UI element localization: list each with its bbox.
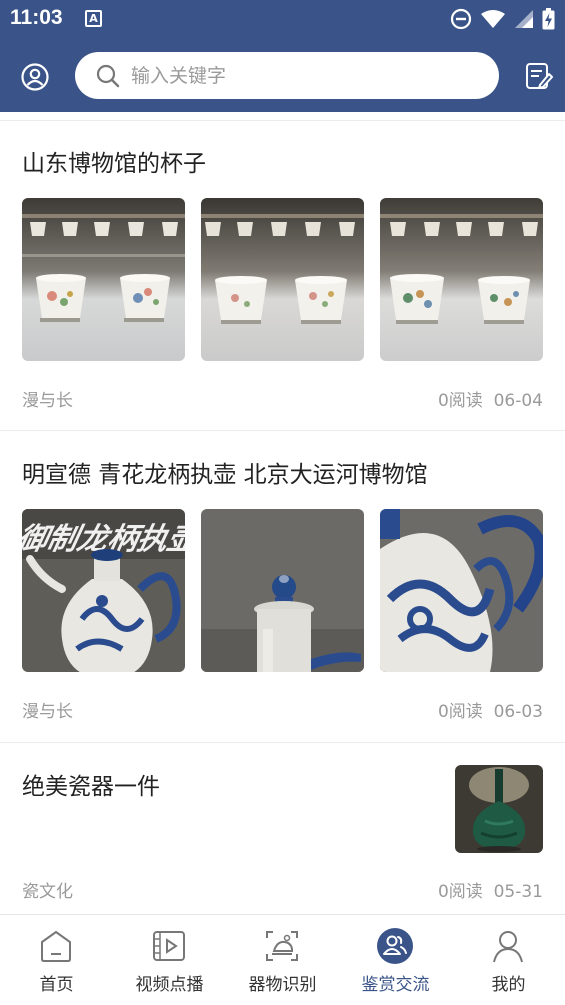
tab-label: 器物识别: [248, 975, 317, 995]
user-avatar-icon[interactable]: [20, 62, 50, 92]
post-image[interactable]: [380, 509, 543, 672]
wifi-icon: [481, 10, 505, 28]
tab-video[interactable]: 视频点播: [113, 915, 226, 1005]
post-image[interactable]: [380, 198, 543, 361]
post-stats: 0阅读 06-03: [438, 697, 543, 722]
post-title: 明宣德 青花龙柄执壶 北京大运河博物馆: [22, 462, 428, 488]
tab-community[interactable]: 鉴赏交流: [339, 915, 452, 1005]
tab-label: 鉴赏交流: [361, 975, 430, 995]
cell-signal-icon: [515, 10, 533, 28]
post-stats: 0阅读 05-31: [438, 877, 543, 902]
scan-recognize-icon: [266, 931, 298, 961]
bottom-tab-bar: 首页 视频点播 器物识别 鉴赏交流 我的: [0, 914, 565, 1004]
post-reads: 0阅读: [437, 702, 483, 722]
post-image[interactable]: [201, 198, 364, 361]
tab-recognize[interactable]: 器物识别: [226, 915, 339, 1005]
post-image[interactable]: [22, 198, 185, 361]
post-image[interactable]: [455, 765, 543, 853]
search-bar[interactable]: [75, 52, 499, 99]
profile-icon: [493, 931, 523, 963]
status-bar: 11:03 A: [0, 0, 565, 38]
post-card[interactable]: 明宣德 青花龙柄执壶 北京大运河博物馆 御制龙柄执壶 漫与长 0阅读 06-03: [0, 431, 565, 743]
post-author[interactable]: 瓷文化: [22, 877, 73, 902]
search-icon: [96, 64, 120, 88]
top-app-bar: [0, 38, 565, 112]
post-card[interactable]: 绝美瓷器一件 瓷文化 0阅读 05-31: [0, 743, 565, 914]
post-reads: 0阅读: [437, 391, 483, 411]
post-reads: 0阅读: [437, 882, 483, 902]
search-input[interactable]: [131, 61, 471, 91]
do-not-disturb-icon: [450, 8, 472, 30]
home-icon: [41, 930, 71, 962]
post-stats: 0阅读 06-04: [438, 386, 543, 411]
status-time: 11:03: [10, 6, 63, 29]
post-date: 06-04: [493, 391, 543, 411]
post-feed[interactable]: 山东博物馆的杯子 漫与长 0阅读 06-04 明宣德 青花龙柄执壶 北京大运河博…: [0, 112, 565, 914]
post-title: 绝美瓷器一件: [22, 774, 160, 800]
notification-a-icon: A: [85, 10, 102, 27]
post-date: 06-03: [493, 702, 543, 722]
post-date: 05-31: [493, 882, 543, 902]
post-author[interactable]: 漫与长: [22, 386, 73, 411]
status-icons: [450, 8, 555, 30]
post-title: 山东博物馆的杯子: [22, 151, 206, 177]
video-play-icon: [153, 931, 185, 961]
post-image-row: [22, 198, 543, 361]
post-image[interactable]: [201, 509, 364, 672]
community-icon: [377, 928, 413, 964]
tab-home[interactable]: 首页: [0, 915, 113, 1005]
tab-label: 视频点播: [135, 975, 204, 995]
post-card[interactable]: 山东博物馆的杯子 漫与长 0阅读 06-04: [0, 112, 565, 432]
tab-label: 我的: [491, 975, 526, 995]
post-author[interactable]: 漫与长: [22, 697, 73, 722]
tab-label: 首页: [39, 975, 74, 995]
post-image-row: 御制龙柄执壶: [22, 509, 543, 672]
edit-post-icon[interactable]: [525, 62, 553, 90]
battery-charging-icon: [542, 8, 555, 30]
post-image[interactable]: 御制龙柄执壶: [22, 509, 185, 672]
tab-profile[interactable]: 我的: [452, 915, 565, 1005]
